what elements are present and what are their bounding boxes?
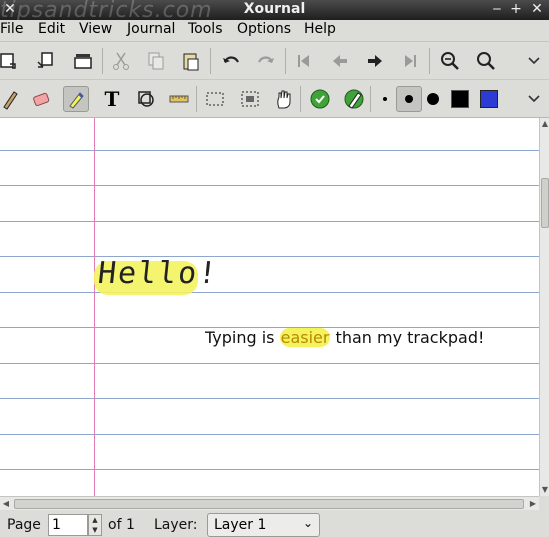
ruler-icon[interactable] bbox=[166, 86, 192, 112]
save-icon[interactable] bbox=[0, 48, 22, 74]
menu-tools[interactable]: Tools bbox=[188, 21, 223, 37]
scroll-up-icon[interactable]: ▲ bbox=[540, 118, 549, 130]
scroll-left-icon[interactable]: ◀ bbox=[0, 497, 12, 511]
menu-view[interactable]: View bbox=[79, 21, 112, 37]
first-page-icon[interactable] bbox=[291, 48, 317, 74]
redo-icon[interactable] bbox=[253, 48, 279, 74]
cut-icon[interactable] bbox=[108, 48, 134, 74]
typed-text-highlight: easier bbox=[279, 328, 331, 347]
next-page-icon[interactable] bbox=[362, 48, 388, 74]
menu-options[interactable]: Options bbox=[237, 21, 291, 37]
minimize-icon[interactable]: ‒ bbox=[489, 1, 505, 17]
title-bar: tipsandtricks.com ✕ Xournal ‒ + ✕ bbox=[0, 0, 549, 23]
color-blue-swatch[interactable] bbox=[476, 86, 502, 112]
menu-edit[interactable]: Edit bbox=[38, 21, 65, 37]
margin-line bbox=[94, 118, 95, 496]
thin-stroke-icon[interactable] bbox=[372, 86, 398, 112]
close-icon[interactable]: ✕ bbox=[529, 1, 545, 17]
spin-down-icon[interactable]: ▼ bbox=[89, 525, 101, 535]
copy-icon[interactable] bbox=[143, 48, 169, 74]
layer-select[interactable]: Layer 1 ⌄ bbox=[207, 513, 320, 537]
typed-text-before: Typing is bbox=[205, 328, 280, 347]
toolbar-overflow-icon[interactable] bbox=[521, 48, 547, 74]
page-label: Page bbox=[7, 517, 41, 533]
page-count-label: of 1 bbox=[108, 517, 135, 533]
pen-icon[interactable] bbox=[0, 86, 22, 112]
color-black-swatch[interactable] bbox=[447, 86, 473, 112]
eraser-icon[interactable] bbox=[28, 86, 54, 112]
typed-text: Typing is easier than my trackpad! bbox=[205, 328, 484, 347]
zoom-out-icon[interactable] bbox=[437, 48, 463, 74]
handwritten-hello: Hello! bbox=[96, 256, 221, 291]
undo-icon[interactable] bbox=[218, 48, 244, 74]
page-spinner[interactable]: ▲ ▼ bbox=[88, 514, 102, 536]
maximize-icon[interactable]: + bbox=[508, 1, 524, 17]
layer-label: Layer: bbox=[154, 517, 198, 533]
select-rectangle-icon[interactable] bbox=[237, 86, 263, 112]
spin-up-icon[interactable]: ▲ bbox=[89, 515, 101, 525]
hand-icon[interactable] bbox=[271, 86, 297, 112]
text-icon[interactable]: T bbox=[99, 86, 125, 112]
default-tool-icon[interactable] bbox=[307, 86, 333, 112]
last-page-icon[interactable] bbox=[397, 48, 423, 74]
prev-page-icon[interactable] bbox=[327, 48, 353, 74]
horizontal-scrollbar[interactable]: ◀ ▶ bbox=[0, 496, 539, 510]
vertical-scroll-thumb[interactable] bbox=[541, 178, 549, 228]
zoom-in-icon[interactable] bbox=[473, 48, 499, 74]
new-page-icon[interactable] bbox=[32, 48, 58, 74]
menu-bar: File Edit View Journal Tools Options Hel… bbox=[0, 20, 549, 42]
shape-icon[interactable] bbox=[133, 86, 159, 112]
window-title: Xournal bbox=[243, 1, 306, 17]
select-region-icon[interactable] bbox=[202, 86, 228, 112]
default-pen-icon[interactable] bbox=[341, 86, 367, 112]
page-number-input[interactable]: 1 bbox=[48, 514, 88, 536]
highlighter-icon[interactable] bbox=[63, 86, 89, 112]
journal-page[interactable]: Hello! Typing is easier than my trackpad… bbox=[0, 118, 539, 496]
vertical-scrollbar[interactable]: ▲ ▼ bbox=[539, 118, 549, 496]
paste-icon[interactable] bbox=[178, 48, 204, 74]
horizontal-scroll-thumb[interactable] bbox=[14, 499, 524, 509]
typed-text-after: than my trackpad! bbox=[330, 328, 485, 347]
toolbar2-overflow-icon[interactable] bbox=[521, 86, 547, 112]
menu-help[interactable]: Help bbox=[304, 21, 336, 37]
status-bar: Page 1 ▲ ▼ of 1 Layer: Layer 1 ⌄ bbox=[0, 510, 549, 537]
thick-stroke-icon[interactable] bbox=[420, 86, 446, 112]
menu-file[interactable]: File bbox=[0, 21, 23, 37]
medium-stroke-icon[interactable] bbox=[396, 86, 422, 112]
main-toolbar bbox=[0, 42, 549, 80]
tools-toolbar: T bbox=[0, 80, 549, 118]
print-icon[interactable] bbox=[70, 48, 96, 74]
menu-journal[interactable]: Journal bbox=[127, 21, 175, 37]
scroll-right-icon[interactable]: ▶ bbox=[527, 497, 539, 511]
chevron-down-icon: ⌄ bbox=[302, 516, 313, 530]
layer-select-value: Layer 1 bbox=[214, 517, 267, 533]
scroll-down-icon[interactable]: ▼ bbox=[540, 484, 549, 496]
